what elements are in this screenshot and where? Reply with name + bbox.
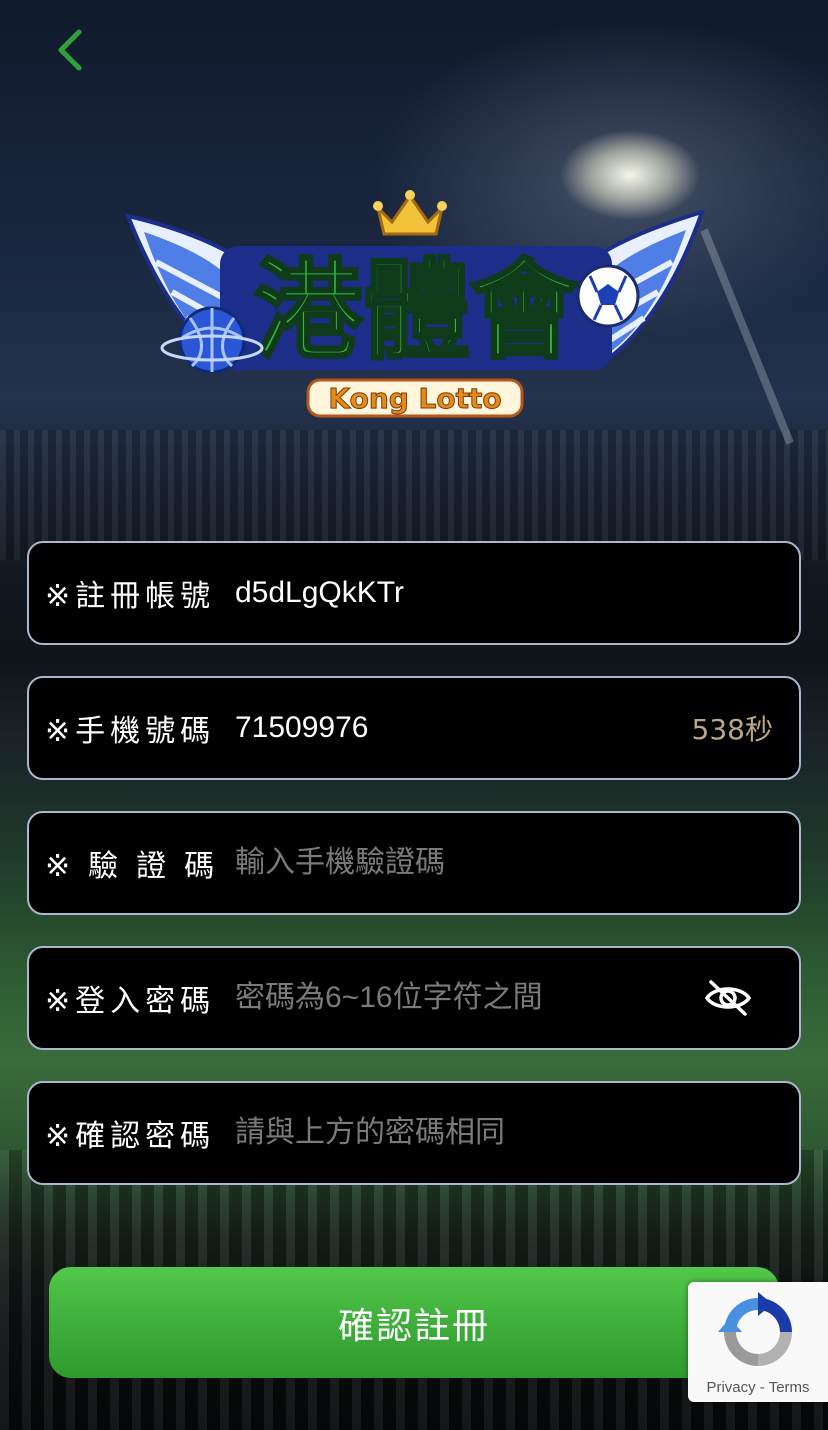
confirm-password-input[interactable] [235, 1116, 773, 1150]
phone-input[interactable] [235, 711, 692, 745]
verification-code-field: ※驗證碼 [27, 811, 801, 915]
confirm-password-label: ※確認密碼 [45, 1119, 216, 1154]
eye-off-icon [704, 980, 752, 1016]
sms-countdown: 538秒 [691, 713, 773, 746]
account-label: ※註冊帳號 [45, 579, 216, 614]
password-field: ※登入密碼 [27, 946, 801, 1050]
verification-code-input[interactable] [235, 846, 773, 880]
password-visibility-toggle[interactable] [701, 976, 755, 1020]
password-label: ※登入密碼 [45, 984, 216, 1019]
logo-brand-name: 港體會 [254, 249, 579, 374]
logo-brand-subtitle: Kong Lotto [328, 382, 501, 415]
back-button[interactable] [46, 26, 94, 74]
password-input[interactable] [235, 981, 701, 1015]
account-input[interactable] [235, 576, 773, 610]
recaptcha-privacy-link[interactable]: Privacy [706, 1379, 755, 1396]
confirm-password-field: ※確認密碼 [27, 1081, 801, 1185]
verification-code-label: ※驗證碼 [45, 849, 233, 884]
crown-icon [373, 190, 447, 236]
recaptcha-terms-link[interactable]: Terms [769, 1379, 810, 1396]
recaptcha-icon [718, 1292, 792, 1366]
confirm-register-button[interactable]: 確認註冊 [49, 1267, 779, 1378]
brand-logo: 港體會 Kong Lotto [120, 188, 710, 423]
phone-label: ※手機號碼 [45, 714, 216, 749]
chevron-left-icon [58, 29, 82, 71]
soccer-ball-icon [576, 264, 640, 328]
phone-field: ※手機號碼 538秒 [27, 676, 801, 780]
floodlight-mast [700, 228, 794, 445]
recaptcha-separator: - [755, 1379, 769, 1396]
account-field: ※註冊帳號 [27, 541, 801, 645]
recaptcha-badge[interactable]: Privacy - Terms [688, 1282, 828, 1402]
recaptcha-links: Privacy - Terms [688, 1379, 828, 1396]
